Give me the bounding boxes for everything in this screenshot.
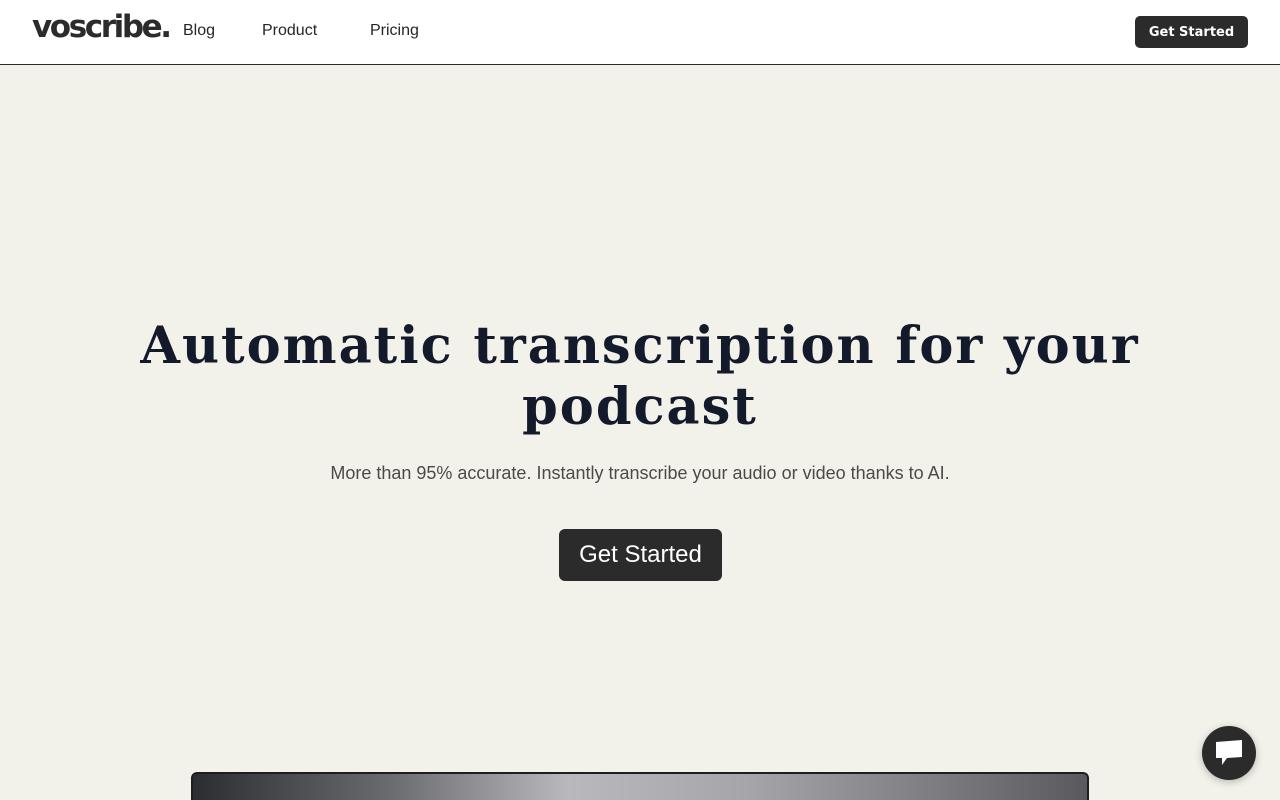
top-navbar: voscribe. Blog Product Pricing Get Start… [0,0,1280,65]
chat-bubble-icon [1213,738,1245,768]
nav-get-started-button[interactable]: Get Started [1135,16,1248,48]
chat-launcher-button[interactable] [1202,726,1256,780]
brand-logo[interactable]: voscribe. [32,7,172,47]
hero-subtitle: More than 95% accurate. Instantly transc… [330,463,950,483]
nav-link-pricing[interactable]: Pricing [370,21,419,41]
nav-link-blog[interactable]: Blog [183,21,215,41]
nav-link-product[interactable]: Product [262,21,317,41]
hero-get-started-button[interactable]: Get Started [559,529,722,581]
hero-title: Automatic transcription for your podcast [140,316,1140,437]
product-preview-panel [191,772,1089,800]
